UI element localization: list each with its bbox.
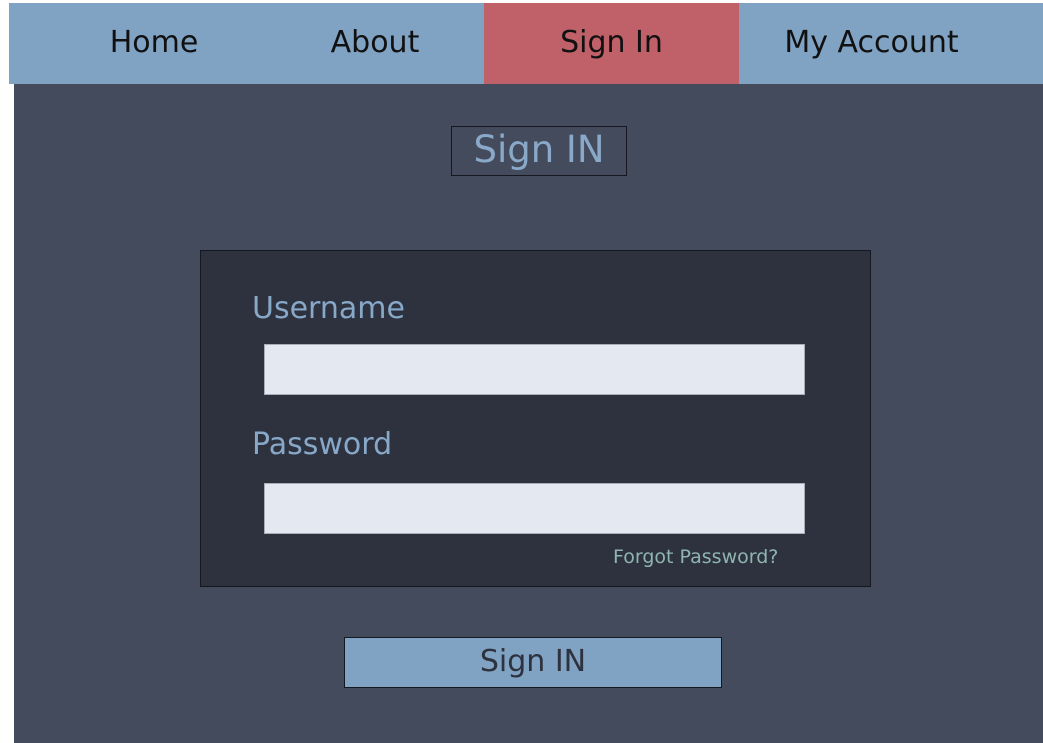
password-input[interactable] bbox=[264, 483, 805, 534]
nav-item-home[interactable]: Home bbox=[69, 3, 239, 84]
sign-in-form: Username Password Forgot Password? bbox=[200, 250, 871, 587]
password-label: Password bbox=[252, 427, 393, 462]
sign-in-button[interactable]: Sign IN bbox=[344, 637, 722, 688]
top-nav-bar: Home About Sign In My Account bbox=[9, 3, 1043, 84]
page-title: Sign IN bbox=[451, 126, 627, 176]
main-content: Sign IN Username Password Forgot Passwor… bbox=[14, 84, 1043, 743]
nav-item-sign-in[interactable]: Sign In bbox=[484, 3, 739, 84]
username-label: Username bbox=[252, 291, 405, 326]
nav-item-my-account[interactable]: My Account bbox=[749, 3, 994, 84]
username-input[interactable] bbox=[264, 344, 805, 395]
nav-item-about[interactable]: About bbox=[285, 3, 465, 84]
forgot-password-link[interactable]: Forgot Password? bbox=[613, 545, 778, 569]
